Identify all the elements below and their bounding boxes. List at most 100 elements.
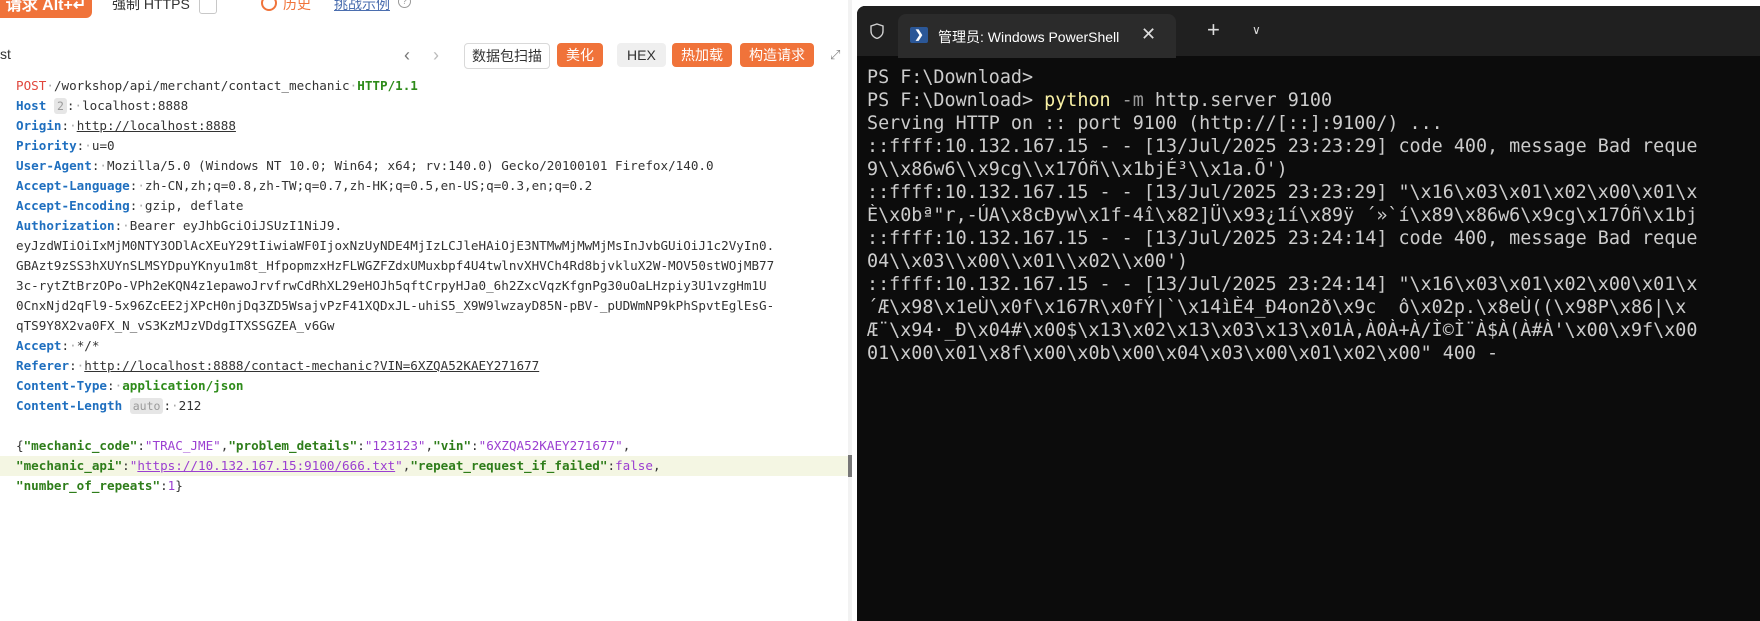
terminal-line: PS F:\Download> [867, 66, 1760, 89]
terminal-rest: 9\\x86w6\\x9cg\\x17Óñ\\x1bjÉ³\\x1a.Õ') [867, 159, 1288, 180]
request-editor-panel: 请求 Alt+↵ 强制 HTTPS 历史 挑战示例 ? st ‹ › 数据包扫描… [0, 0, 852, 621]
terminal-rest: ::ffff:10.132.167.15 - - [13/Jul/2025 23… [867, 136, 1698, 157]
terminal-line: ´Æ\x98\x1eÙ\x0f\x167R\x0fÝ|`\x14ìÈ4_Ð4on… [867, 296, 1760, 319]
request-path: /workshop/api/merchant/contact_mechanic [53, 78, 350, 93]
http-method: POST [16, 78, 47, 93]
terminal-prompt: PS F:\Download> [867, 67, 1034, 88]
terminal-line: ::ffff:10.132.167.15 - - [13/Jul/2025 23… [867, 227, 1760, 250]
header-name: Host [16, 98, 47, 113]
authorization-token-line: qTS9Y8X2va0FX_N_vS3KzMJzVDdgITXSSGZEA_v6… [16, 318, 335, 333]
header-value: */* [76, 338, 100, 353]
terminal-title-bar: ❯ 管理员: Windows PowerShell ✕ + ∨ [857, 6, 1760, 58]
authorization-token-line: 3c-rytZtBrzOPo-VPh2eKQN4z1epawoJrvfrwCdR… [16, 278, 767, 293]
hex-button[interactable]: HEX [617, 43, 666, 67]
chevron-right-icon[interactable]: › [433, 46, 439, 64]
construct-request-button[interactable]: 构造请求 [740, 43, 814, 67]
header-value: u=0 [91, 138, 115, 153]
terminal-rest: 04\\x03\\x00\\x01\\x02\\x00') [867, 251, 1189, 272]
header-name: Content-Type [16, 378, 107, 393]
expand-icon[interactable]: ⤢ [830, 48, 842, 61]
force-https-checkbox[interactable] [199, 0, 217, 14]
header-name: Origin [16, 118, 62, 133]
terminal-line: 9\\x86w6\\x9cg\\x17Óñ\\x1bjÉ³\\x1a.Õ') [867, 158, 1760, 181]
header-value[interactable]: http://localhost:8888 [77, 118, 236, 133]
powershell-window: ❯ 管理员: Windows PowerShell ✕ + ∨ PS F:\Do… [857, 6, 1760, 621]
header-badge: 2 [53, 98, 67, 114]
close-icon[interactable]: ✕ [1141, 24, 1156, 44]
header-name: Authorization [16, 218, 115, 233]
json-body-line-2: "mechanic_api":"https://10.132.167.15:91… [0, 456, 848, 476]
json-body-line-1: {"mechanic_code":"TRAC_JME","problem_det… [16, 438, 631, 453]
terminal-rest: http.server 9100 [1143, 90, 1333, 111]
hot-load-button[interactable]: 热加载 [672, 43, 732, 67]
header-row: Accept-Encoding:·gzip, deflate [16, 198, 244, 213]
terminal-rest: Serving HTTP on :: port 9100 (http://[::… [867, 113, 1443, 134]
terminal-rest: ´Æ\x98\x1eÙ\x0f\x167R\x0fÝ|`\x14ìÈ4_Ð4on… [867, 297, 1687, 318]
packet-scan-button[interactable]: 数据包扫描 [464, 43, 550, 69]
terminal-rest: 01\x00\x01\x8f\x00\x0b\x00\x04\x03\x00\x… [867, 343, 1499, 364]
header-value: Mozilla/5.0 (Windows NT 10.0; Win64; x64… [107, 158, 714, 173]
header-name: Referer [16, 358, 70, 373]
header-value[interactable]: http://localhost:8888/contact-mechanic?V… [84, 358, 539, 373]
history-icon[interactable] [261, 0, 277, 11]
header-row: Origin:·http://localhost:8888 [16, 118, 236, 133]
authorization-token-line: 0CnxNjd2qFl9-5x96ZcEE2jXPcH0njDq3ZD5Wsaj… [16, 298, 775, 313]
terminal-rest: Æ¨\x94·_Ð\x04#\x00$\x13\x02\x13\x03\x13\… [867, 320, 1698, 341]
terminal-line: ::ffff:10.132.167.15 - - [13/Jul/2025 23… [867, 135, 1760, 158]
header-row: Authorization:·Bearer eyJhbGciOiJSUzI1Ni… [16, 218, 343, 233]
header-name: Content-Length [16, 398, 123, 413]
splitter-handle[interactable] [848, 455, 852, 477]
json-body-line-3: "number_of_repeats":1} [16, 478, 183, 493]
terminal-tab-title: 管理员: Windows PowerShell [938, 29, 1120, 45]
mechanic-api-url[interactable]: https://10.132.167.15:9100/666.txt [137, 458, 395, 473]
authorization-continuation: eyJzdWIiOiIxMjM0NTY3ODlAcXEuY29tIiwiaWF0… [0, 236, 848, 336]
header-row: Priority:·u=0 [16, 138, 115, 153]
terminal-rest: ::ffff:10.132.167.15 - - [13/Jul/2025 23… [867, 182, 1698, 203]
force-https-label: 强制 HTTPS [112, 0, 190, 12]
header-name: Accept [16, 338, 62, 353]
terminal-line: Æ¨\x94·_Ð\x04#\x00$\x13\x02\x13\x03\x13\… [867, 319, 1760, 342]
terminal-line: Serving HTTP on :: port 9100 (http://[::… [867, 112, 1760, 135]
header-value: Bearer eyJhbGciOiJSUzI1NiJ9. [129, 218, 343, 233]
header-value: zh-CN,zh;q=0.8,zh-TW;q=0.7,zh-HK;q=0.5,e… [144, 178, 593, 193]
powershell-icon: ❯ [910, 27, 928, 43]
header-name: Accept-Encoding [16, 198, 130, 213]
new-tab-icon[interactable]: + [1207, 19, 1220, 41]
shield-icon [870, 23, 884, 39]
header-badge: auto [129, 398, 164, 414]
terminal-cmd: python [1044, 90, 1111, 111]
toolbar-title: st [0, 46, 11, 62]
terminal-line: 04\\x03\\x00\\x01\\x02\\x00') [867, 250, 1760, 273]
send-request-button[interactable]: 请求 Alt+↵ [0, 0, 92, 18]
examples-link[interactable]: 挑战示例 [334, 0, 390, 14]
request-line: POST·/workshop/api/merchant/contact_mech… [16, 78, 418, 93]
chevron-down-icon[interactable]: ∨ [1252, 21, 1261, 39]
header-value: gzip, deflate [144, 198, 244, 213]
header-row: Accept:·*/* [16, 338, 100, 353]
terminal-rest: ::ffff:10.132.167.15 - - [13/Jul/2025 23… [867, 228, 1698, 249]
terminal-prompt: PS F:\Download> [867, 90, 1045, 111]
terminal-line: ::ffff:10.132.167.15 - - [13/Jul/2025 23… [867, 181, 1760, 204]
help-icon[interactable]: ? [398, 0, 411, 8]
request-top-bar: 请求 Alt+↵ 强制 HTTPS 历史 挑战示例 ? [0, 0, 852, 18]
terminal-line: PS F:\Download> python -m http.server 91… [867, 89, 1760, 112]
header-value: application/json [122, 378, 244, 393]
header-name: Priority [16, 138, 77, 153]
terminal-tab[interactable]: ❯ 管理员: Windows PowerShell ✕ [898, 14, 1176, 58]
history-link[interactable]: 历史 [283, 0, 311, 14]
terminal-line: È\x0bª"r,-ÚA\x8cÐyw\x1f-4î\x82]Ü\x93¿1í\… [867, 204, 1760, 227]
terminal-output[interactable]: PS F:\Download> PS F:\Download> python -m… [867, 66, 1760, 365]
header-row: Content-Type:·application/json [16, 378, 244, 393]
terminal-flag: -m [1110, 90, 1144, 111]
terminal-line: 01\x00\x01\x8f\x00\x0b\x00\x04\x03\x00\x… [867, 342, 1760, 365]
terminal-rest: ::ffff:10.132.167.15 - - [13/Jul/2025 23… [867, 274, 1698, 295]
chevron-left-icon[interactable]: ‹ [404, 46, 410, 64]
panel-splitter[interactable] [848, 0, 852, 621]
header-list-2: Accept:·*/* Referer:·http://localhost:888… [0, 336, 848, 416]
request-code-editor[interactable]: POST·/workshop/api/merchant/contact_mech… [0, 76, 848, 496]
header-name: Accept-Language [16, 178, 130, 193]
header-row: Referer:·http://localhost:8888/contact-m… [16, 358, 540, 373]
header-list: Host 2:·localhost:8888 Origin:·http://loc… [0, 96, 848, 236]
beautify-button[interactable]: 美化 [557, 43, 603, 67]
header-row: Host 2:·localhost:8888 [16, 98, 189, 114]
